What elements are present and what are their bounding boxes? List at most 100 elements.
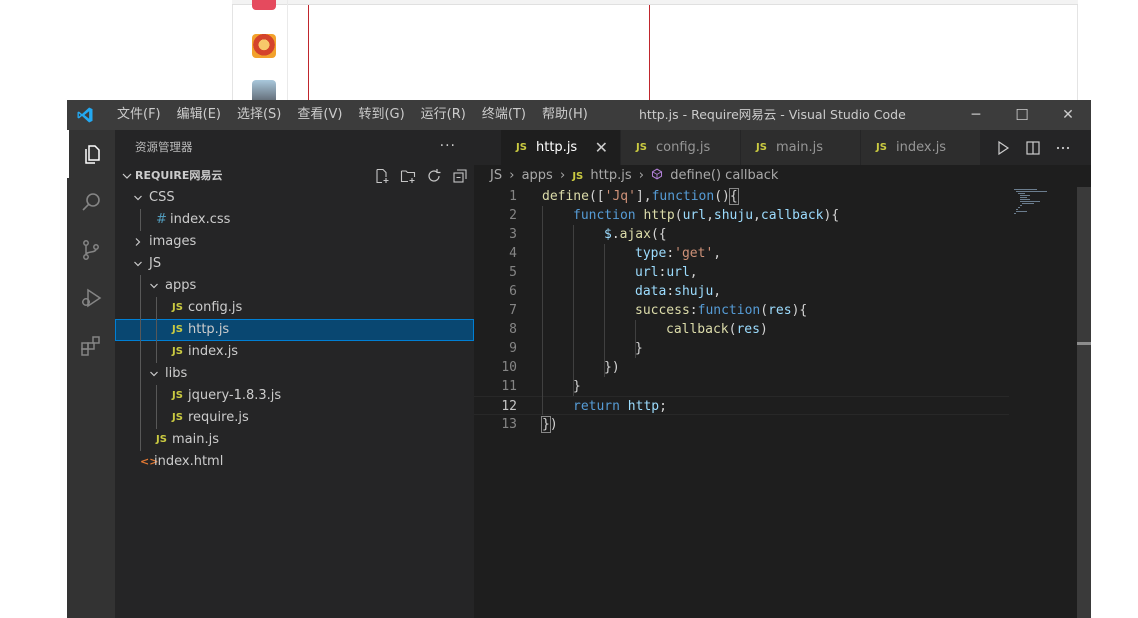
run-debug-icon[interactable]: [67, 274, 115, 322]
line-number: 1: [509, 189, 517, 204]
code-token: success: [635, 303, 690, 318]
scrollbar-thumb[interactable]: [1077, 342, 1091, 345]
search-icon[interactable]: [67, 178, 115, 226]
breadcrumb: JS › apps › JS http.js › define() callba…: [490, 165, 781, 187]
folder-label: images: [149, 234, 197, 249]
css-file-icon: #: [156, 212, 167, 227]
code-line[interactable]: 10}): [474, 358, 1009, 377]
tree-indent-guide: [140, 275, 141, 451]
code-line[interactable]: 5 url:url,: [474, 263, 1009, 282]
maximize-button[interactable]: ☐: [999, 100, 1045, 130]
code-line[interactable]: 9}: [474, 339, 1009, 358]
line-number: 8: [509, 322, 517, 337]
new-folder-icon[interactable]: [400, 168, 416, 184]
folder-item[interactable]: apps: [115, 275, 474, 297]
editor-tab[interactable]: JS http.js ✕: [501, 130, 621, 165]
code-token: .: [611, 227, 620, 242]
menu-item[interactable]: 文件(F): [109, 100, 169, 130]
code-token: }: [541, 416, 551, 433]
refresh-icon[interactable]: [426, 168, 442, 184]
code-token: url: [635, 265, 659, 280]
code-token: ): [759, 322, 768, 337]
code-token: ({: [650, 227, 667, 242]
editor-tab[interactable]: JS index.js: [861, 130, 981, 165]
more-editor-actions-icon[interactable]: [1055, 140, 1071, 156]
extensions-icon[interactable]: [67, 322, 115, 370]
folder-item[interactable]: CSS: [115, 187, 474, 209]
explorer-icon[interactable]: [67, 130, 115, 178]
menu-item[interactable]: 选择(S): [229, 100, 289, 130]
minimap-line: [1018, 193, 1025, 194]
minimap-line: [1016, 191, 1047, 192]
more-actions-icon[interactable]: ···: [440, 130, 456, 163]
background-divider: [649, 5, 650, 100]
code-line[interactable]: 2 function http(url,shuju,callback){: [474, 206, 1009, 225]
source-control-icon[interactable]: [67, 226, 115, 274]
file-item[interactable]: JS require.js: [115, 407, 474, 429]
file-label: jquery-1.8.3.js: [188, 388, 282, 403]
minimize-button[interactable]: ─: [953, 100, 999, 130]
js-file-icon: JS: [172, 324, 183, 335]
editor-tab[interactable]: JS main.js: [741, 130, 861, 165]
code-line[interactable]: 7 success:function(res){: [474, 301, 1009, 320]
minimap-line: [1020, 197, 1027, 198]
collapse-all-icon[interactable]: [452, 168, 468, 184]
menu-item[interactable]: 查看(V): [289, 100, 350, 130]
file-item[interactable]: JS http.js: [115, 319, 474, 341]
file-item[interactable]: JS jquery-1.8.3.js: [115, 385, 474, 407]
folder-item[interactable]: libs: [115, 363, 474, 385]
code-line[interactable]: 12 return http;: [474, 396, 1009, 415]
tab-label: index.js: [896, 140, 947, 155]
js-file-icon: JS: [172, 412, 183, 423]
folder-item[interactable]: images: [115, 231, 474, 253]
menu-item[interactable]: 运行(R): [413, 100, 474, 130]
workspace-section-header[interactable]: REQUIRE网易云: [115, 165, 474, 187]
close-window-button[interactable]: ✕: [1045, 100, 1091, 130]
code-indent-guide: [635, 320, 636, 358]
menu-item[interactable]: 终端(T): [474, 100, 534, 130]
code-line[interactable]: 6 data:shuju,: [474, 282, 1009, 301]
code-line[interactable]: 4 type:'get',: [474, 244, 1009, 263]
line-number: 2: [509, 208, 517, 223]
code-text: success:function(res){: [635, 301, 807, 320]
code-line[interactable]: 3 $.ajax({: [474, 225, 1009, 244]
run-file-icon[interactable]: [995, 140, 1011, 156]
code-text: data:shuju,: [635, 282, 721, 301]
file-item[interactable]: JS index.js: [115, 341, 474, 363]
code-token: ],: [635, 189, 652, 204]
code-line[interactable]: 1 define(['Jq'],function(){: [474, 187, 1009, 206]
app-thumbnail-icon[interactable]: [252, 34, 276, 58]
menu-item[interactable]: 编辑(E): [169, 100, 229, 130]
code-line[interactable]: 8 callback(res): [474, 320, 1009, 339]
folder-item[interactable]: JS: [115, 253, 474, 275]
background-app: [0, 0, 1138, 104]
new-file-icon[interactable]: [374, 168, 390, 184]
menu-item[interactable]: 转到(G): [350, 100, 412, 130]
minimap-line: [1020, 195, 1030, 196]
code-token: :: [666, 246, 675, 261]
code-token: :: [689, 303, 698, 318]
file-item[interactable]: JS config.js: [115, 297, 474, 319]
minimap[interactable]: [1014, 187, 1079, 247]
breadcrumb-item[interactable]: define() callback: [670, 168, 778, 183]
symbol-method-icon: [652, 168, 663, 180]
line-number: 9: [509, 341, 517, 356]
code-token: callback: [666, 322, 729, 337]
file-item[interactable]: # index.css: [115, 209, 474, 231]
code-token: ): [549, 417, 558, 432]
code-line[interactable]: 11}: [474, 377, 1009, 396]
breadcrumb-item[interactable]: JS: [490, 168, 502, 183]
breadcrumb-item[interactable]: apps: [522, 168, 553, 183]
file-item[interactable]: JS main.js: [115, 429, 474, 451]
split-editor-icon[interactable]: [1025, 140, 1041, 156]
app-thumbnail-icon[interactable]: [252, 0, 276, 10]
chevron-down-icon: [134, 195, 142, 201]
code-line[interactable]: 13}): [474, 415, 1009, 434]
file-item[interactable]: <> index.html: [115, 451, 474, 473]
menu-item[interactable]: 帮助(H): [534, 100, 596, 130]
vertical-scrollbar[interactable]: [1077, 187, 1091, 618]
close-tab-icon[interactable]: ✕: [595, 130, 608, 165]
breadcrumb-item[interactable]: http.js: [590, 168, 631, 183]
editor-tab[interactable]: JS config.js: [621, 130, 741, 165]
minimap-line: [1020, 201, 1040, 202]
